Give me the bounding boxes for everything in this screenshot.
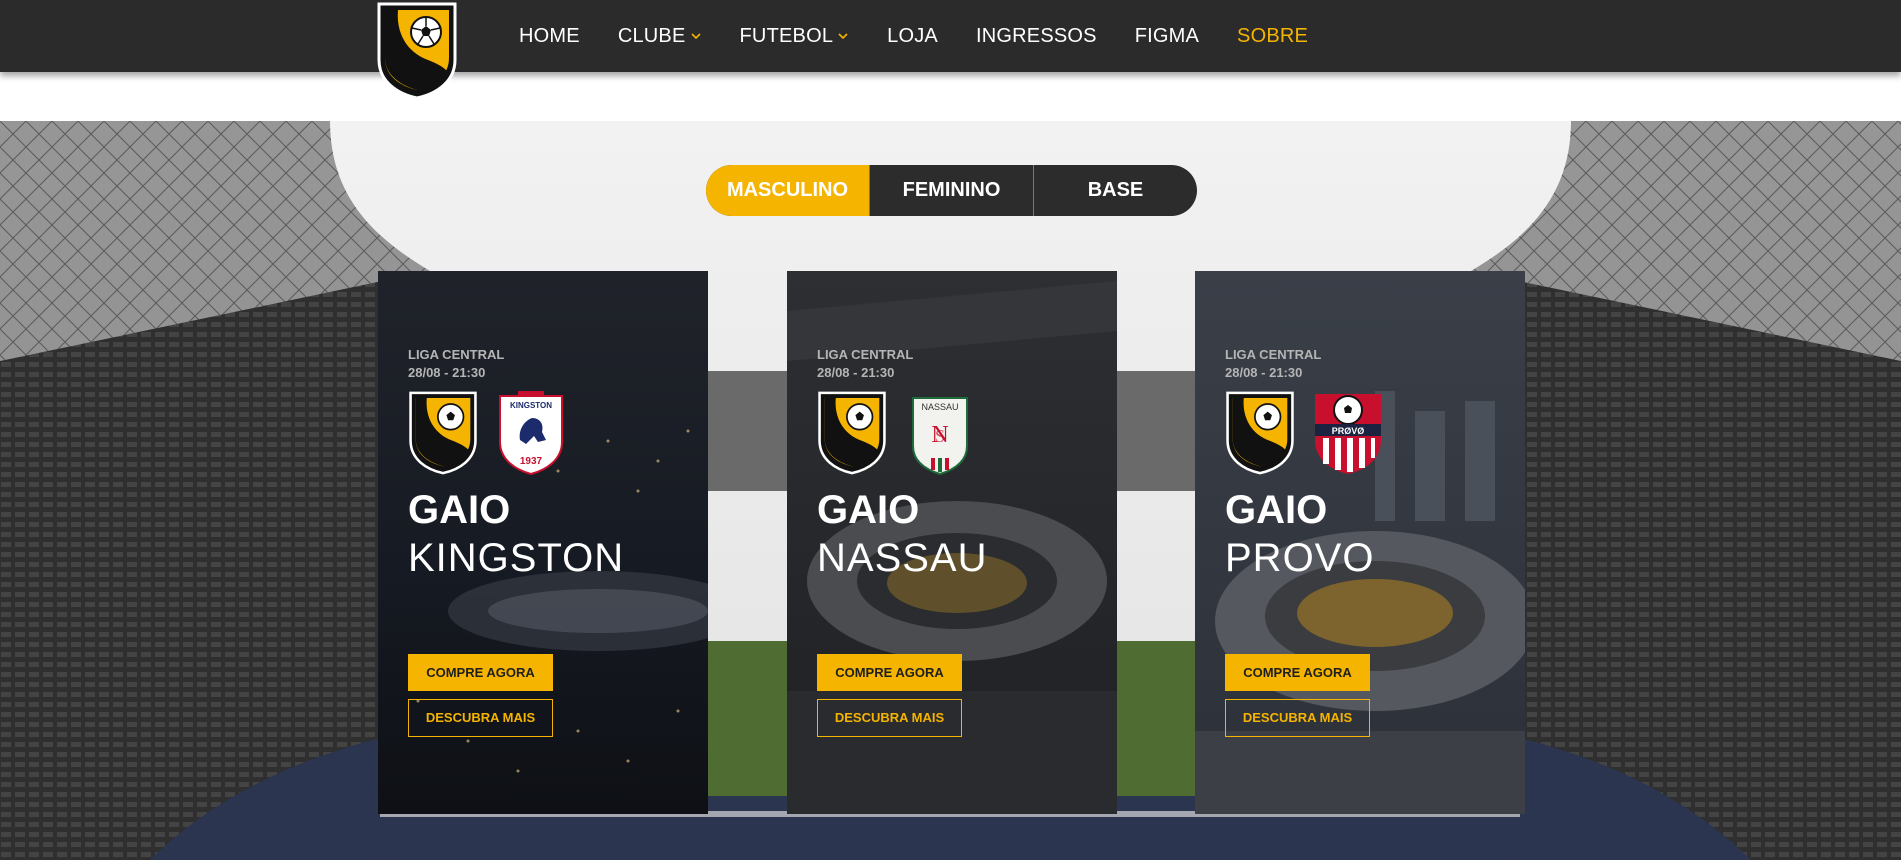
nav-figma[interactable]: FIGMA <box>1135 25 1199 48</box>
nav-figma-label: FIGMA <box>1134 24 1200 47</box>
nav-sobre-label: SOBRE <box>1237 24 1309 47</box>
main-nav: HOME CLUBE FUTEBOL LOJA INGRESSOS FIGMA … <box>519 0 1346 72</box>
buy-now-button[interactable]: COMPRE AGORA <box>817 654 962 691</box>
top-navbar: HOME CLUBE FUTEBOL LOJA INGRESSOS FIGMA … <box>0 0 1901 72</box>
chevron-down-icon <box>838 33 848 40</box>
discover-more-button[interactable]: DESCUBRA MAIS <box>408 699 553 737</box>
buy-now-button[interactable]: COMPRE AGORA <box>408 654 553 691</box>
league-label: LIGA CENTRAL <box>408 347 505 362</box>
category-toggle: MASCULINO FEMININO BASE <box>706 165 1197 216</box>
nav-sobre[interactable]: SOBRE <box>1237 25 1308 48</box>
provo-crest-icon: PRØVØ <box>1315 394 1381 474</box>
nav-clube-label: CLUBE <box>617 24 686 47</box>
nav-home-label: HOME <box>519 24 580 47</box>
nav-futebol[interactable]: FUTEBOL <box>740 25 850 48</box>
card-content: LIGA CENTRAL 28/08 - 21:30 KINGSTON 1937… <box>408 346 688 737</box>
nassau-crest-name: NASSAU <box>921 402 958 412</box>
nav-ingressos[interactable]: INGRESSOS <box>976 25 1097 48</box>
toggle-base[interactable]: BASE <box>1034 165 1197 216</box>
provo-crest-name: PRØVØ <box>1332 426 1365 436</box>
buy-now-button[interactable]: COMPRE AGORA <box>1225 654 1370 691</box>
gaio-crest-icon <box>409 391 477 475</box>
kingston-crest-icon: KINGSTON 1937 <box>499 391 563 476</box>
discover-more-button[interactable]: DESCUBRA MAIS <box>817 699 962 737</box>
league-label: LIGA CENTRAL <box>817 347 914 362</box>
match-datetime: 28/08 - 21:30 <box>817 365 895 380</box>
nav-clube[interactable]: CLUBE <box>618 25 702 48</box>
card-content: LIGA CENTRAL 28/08 - 21:30 PRØVØ GAIO PR… <box>1225 346 1505 737</box>
svg-text:S: S <box>935 426 945 446</box>
nav-loja[interactable]: LOJA <box>887 25 938 48</box>
match-card-kingston: LIGA CENTRAL 28/08 - 21:30 KINGSTON 1937… <box>378 271 708 814</box>
nassau-crest-icon: NASSAU N S <box>912 397 968 476</box>
home-team-name: GAIO <box>408 488 511 532</box>
crests-row: NASSAU N S <box>817 388 1097 478</box>
chevron-down-icon <box>690 33 701 40</box>
kingston-crest-year: 1937 <box>520 456 543 467</box>
nav-ingressos-label: INGRESSOS <box>975 24 1097 47</box>
home-team-name: GAIO <box>817 488 920 532</box>
nav-futebol-label: FUTEBOL <box>739 24 834 47</box>
kingston-crest-name: KINGSTON <box>510 401 552 410</box>
card-content: LIGA CENTRAL 28/08 - 21:30 NASSAU N S GA… <box>817 346 1097 737</box>
away-team-name: PROVO <box>1225 536 1375 580</box>
match-datetime: 28/08 - 21:30 <box>408 365 486 380</box>
nav-loja-label: LOJA <box>887 24 938 47</box>
gaio-crest-icon <box>1226 391 1294 475</box>
toggle-feminino[interactable]: FEMININO <box>870 165 1034 216</box>
away-team-name: KINGSTON <box>408 536 625 580</box>
match-card-nassau: LIGA CENTRAL 28/08 - 21:30 NASSAU N S GA… <box>787 271 1117 814</box>
toggle-masculino[interactable]: MASCULINO <box>706 165 870 216</box>
away-team-name: NASSAU <box>817 536 988 580</box>
match-datetime: 28/08 - 21:30 <box>1225 365 1303 380</box>
league-label: LIGA CENTRAL <box>1225 347 1322 362</box>
crests-row: KINGSTON 1937 <box>408 388 688 478</box>
home-team-name: GAIO <box>1225 488 1328 532</box>
gaio-crest-icon <box>818 391 886 475</box>
crests-row: PRØVØ <box>1225 388 1505 478</box>
nav-home[interactable]: HOME <box>519 25 580 48</box>
club-logo[interactable] <box>376 2 458 100</box>
discover-more-button[interactable]: DESCUBRA MAIS <box>1225 699 1370 737</box>
match-card-provo: LIGA CENTRAL 28/08 - 21:30 PRØVØ GAIO PR… <box>1195 271 1525 814</box>
